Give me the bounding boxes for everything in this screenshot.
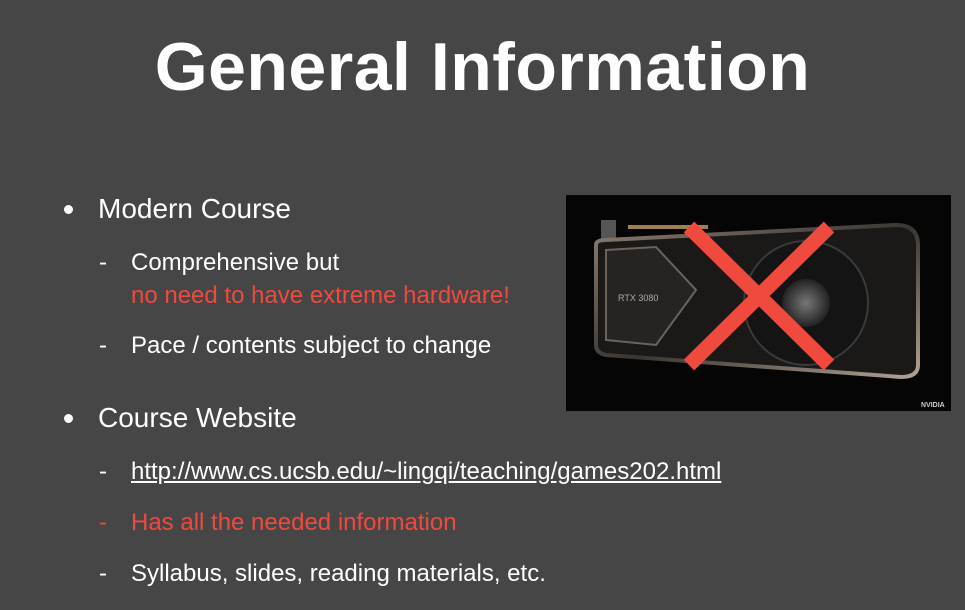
dash: - — [99, 249, 107, 276]
sub-item-hardware-note: no need to have extreme hardware! — [131, 282, 510, 309]
sub-item-needed-info: Has all the needed information — [131, 509, 457, 536]
sub-item-pace: Pace / contents subject to change — [131, 332, 492, 359]
nvidia-logo: NVIDIA — [921, 402, 945, 409]
sub-item-comprehensive: Comprehensive but — [131, 249, 340, 276]
dash: - — [99, 509, 107, 536]
bullet-course-website: Course Website — [98, 402, 297, 433]
bullet-modern-course: Modern Course — [98, 193, 291, 224]
bullet-dot — [64, 205, 73, 214]
dash: - — [99, 560, 107, 587]
course-website-link[interactable]: http://www.cs.ucsb.edu/~lingqi/teaching/… — [131, 458, 721, 486]
gpu-image: RTX 3080 NVIDIA — [566, 195, 951, 411]
card-label: RTX 3080 — [618, 293, 658, 303]
dash: - — [99, 332, 107, 359]
slide-title: General Information — [154, 29, 811, 105]
sub-item-syllabus: Syllabus, slides, reading materials, etc… — [131, 560, 546, 587]
dash: - — [99, 458, 107, 485]
bullet-dot — [64, 414, 73, 423]
